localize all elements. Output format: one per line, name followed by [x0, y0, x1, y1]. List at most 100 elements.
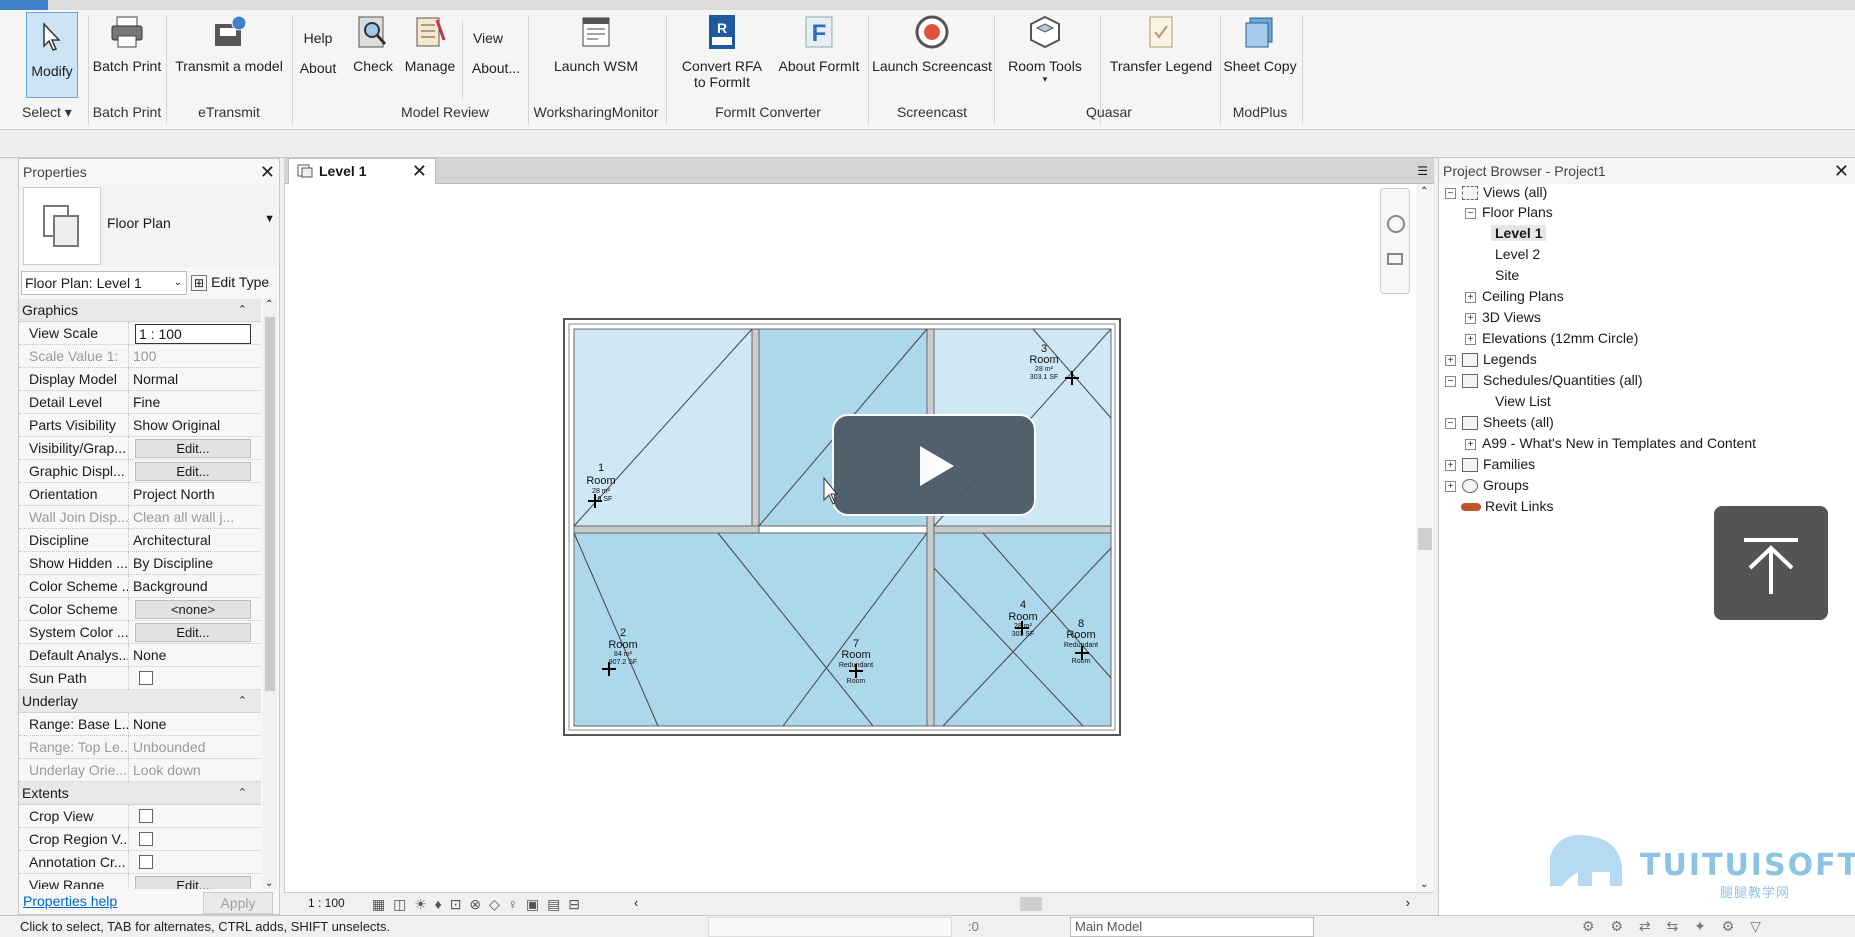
tree-legends[interactable]: + Legends: [1445, 349, 1537, 369]
section-graphics[interactable]: Graphics ⌃: [19, 299, 261, 322]
property-row[interactable]: Color Scheme ... Background: [19, 575, 261, 598]
property-row[interactable]: Default Analys... None: [19, 644, 261, 667]
view-scale-label[interactable]: 1 : 100: [308, 896, 345, 910]
scroll-right-icon[interactable]: ›: [1406, 895, 1410, 910]
about-formit-button[interactable]: F About FormIt: [772, 12, 866, 74]
scroll-thumb[interactable]: [1418, 528, 1432, 550]
chevron-down-icon[interactable]: ▼: [264, 213, 275, 225]
launch-wsm-button[interactable]: Launch WSM: [540, 12, 652, 74]
close-icon[interactable]: ✕: [260, 159, 275, 185]
property-row[interactable]: View Range Edit...: [19, 874, 261, 889]
transmit-model-button[interactable]: Transmit a model: [170, 12, 288, 74]
tree-groups[interactable]: + Groups: [1445, 475, 1529, 495]
property-row[interactable]: Visibility/Grap... Edit...: [19, 437, 261, 460]
file-tab[interactable]: [0, 0, 48, 10]
instance-filter-dropdown[interactable]: Floor Plan: Level 1 ⌄: [21, 271, 187, 295]
tabs-menu-icon[interactable]: ☰: [1417, 164, 1428, 178]
scroll-up-icon[interactable]: ⌃: [1420, 186, 1428, 197]
scroll-thumb[interactable]: [265, 317, 275, 691]
property-row[interactable]: Display Model Normal: [19, 368, 261, 391]
tree-floor-plans[interactable]: − Floor Plans: [1465, 202, 1553, 222]
property-row[interactable]: Crop Region V...: [19, 828, 261, 851]
scroll-up-icon[interactable]: ⌃: [265, 299, 273, 310]
property-row[interactable]: Parts Visibility Show Original: [19, 414, 261, 437]
close-icon[interactable]: ✕: [412, 161, 427, 182]
property-value[interactable]: Edit...: [129, 460, 261, 482]
property-row[interactable]: Sun Path: [19, 667, 261, 690]
modify-button[interactable]: Modify: [26, 12, 78, 98]
property-row[interactable]: Underlay Orie... Look down: [19, 759, 261, 782]
selection-filter-icons[interactable]: ⚙ ⚙ ⇄ ⇆ ✦ ⚙ ▽: [1582, 918, 1767, 935]
property-row[interactable]: Range: Top Le... Unbounded: [19, 736, 261, 759]
tree-sheet-a99[interactable]: + A99 - What's New in Templates and Conte…: [1465, 433, 1756, 453]
property-row[interactable]: Show Hidden ... By Discipline: [19, 552, 261, 575]
about-button[interactable]: About: [298, 60, 338, 76]
apply-button[interactable]: Apply: [203, 892, 273, 914]
tree-sheets[interactable]: − Sheets (all): [1445, 412, 1554, 432]
property-row[interactable]: Scale Value 1: 100: [19, 345, 261, 368]
edit-button[interactable]: Edit...: [135, 439, 251, 458]
property-value[interactable]: Edit...: [129, 874, 261, 889]
convert-rfa-button[interactable]: R Convert RFA to FormIt: [672, 12, 772, 90]
property-row[interactable]: Wall Join Disp... Clean all wall j...: [19, 506, 261, 529]
steering-wheel-icon[interactable]: [1387, 215, 1405, 233]
room-tools-button[interactable]: Room Tools ▾: [1002, 12, 1088, 85]
batch-print-button[interactable]: Batch Print: [92, 12, 162, 74]
scroll-left-icon[interactable]: ‹: [634, 895, 638, 910]
edit-type-button[interactable]: ⊞ Edit Type: [191, 271, 269, 295]
property-value[interactable]: [129, 667, 261, 689]
property-value[interactable]: Project North: [129, 483, 261, 505]
view-vertical-scrollbar[interactable]: ⌃ ⌄: [1416, 184, 1434, 892]
property-row[interactable]: Crop View: [19, 805, 261, 828]
property-row[interactable]: Range: Base L... None: [19, 713, 261, 736]
property-value[interactable]: By Discipline: [129, 552, 261, 574]
tree-site[interactable]: Site: [1495, 265, 1519, 285]
workset-dropdown[interactable]: [708, 917, 952, 937]
select-group-label[interactable]: Select ▾: [22, 104, 72, 121]
type-selector[interactable]: Floor Plan ▼: [19, 185, 279, 267]
property-value[interactable]: Background: [129, 575, 261, 597]
properties-help-link[interactable]: Properties help: [23, 893, 117, 909]
property-value[interactable]: None: [129, 644, 261, 666]
check-button[interactable]: Check: [350, 12, 396, 74]
back-to-top-button[interactable]: [1714, 506, 1828, 620]
tree-elevations[interactable]: + Elevations (12mm Circle): [1465, 328, 1638, 348]
view-control-icons[interactable]: ▦ ◫ ☀ ♦ ⊡ ⊗ ◇ ♀ ▣ ▤ ⊟: [372, 896, 582, 913]
property-value[interactable]: Fine: [129, 391, 261, 413]
edit-button[interactable]: Edit...: [135, 623, 251, 642]
property-value[interactable]: Show Original: [129, 414, 261, 436]
video-play-button[interactable]: [832, 414, 1036, 516]
tree-view-list[interactable]: View List: [1495, 391, 1551, 411]
close-icon[interactable]: ✕: [1834, 158, 1849, 184]
checkbox[interactable]: [139, 855, 153, 869]
manage-button[interactable]: Manage: [402, 12, 458, 74]
property-value[interactable]: None: [129, 713, 261, 735]
view-horizontal-scrollbar[interactable]: ‹ ›: [634, 893, 1414, 915]
section-underlay[interactable]: Underlay ⌃: [19, 690, 261, 713]
property-value[interactable]: 100: [129, 345, 261, 367]
help-button[interactable]: Help: [298, 30, 338, 46]
transfer-legend-button[interactable]: Transfer Legend: [1106, 12, 1216, 74]
property-value[interactable]: Clean all wall j...: [129, 506, 261, 528]
scroll-down-icon[interactable]: ⌄: [1420, 879, 1428, 890]
property-value[interactable]: Look down: [129, 759, 261, 781]
checkbox[interactable]: [139, 809, 153, 823]
property-value[interactable]: [129, 828, 261, 850]
property-row[interactable]: Color Scheme <none>: [19, 598, 261, 621]
property-value[interactable]: 1 : 100: [129, 322, 261, 344]
floor-plan-drawing[interactable]: 1 Room 28 m² ..9 SF 2 Room 84 m² 907.2 S…: [563, 318, 1121, 736]
edit-button[interactable]: Edit...: [135, 876, 251, 889]
property-value[interactable]: Edit...: [129, 621, 261, 643]
tree-3d-views[interactable]: +3D Views: [1465, 307, 1541, 327]
design-option-dropdown[interactable]: Main Model: [1070, 917, 1314, 937]
edit-button[interactable]: <none>: [135, 600, 251, 619]
tree-families[interactable]: + Families: [1445, 454, 1535, 474]
scroll-down-icon[interactable]: ⌄: [265, 878, 273, 889]
property-value[interactable]: Unbounded: [129, 736, 261, 758]
checkbox[interactable]: [139, 671, 153, 685]
tree-ceiling-plans[interactable]: + Ceiling Plans: [1465, 286, 1564, 306]
checkbox[interactable]: [139, 832, 153, 846]
tree-level-1[interactable]: Level 1: [1491, 223, 1547, 243]
zoom-region-icon[interactable]: [1387, 253, 1403, 265]
navigation-bar[interactable]: [1380, 188, 1410, 294]
